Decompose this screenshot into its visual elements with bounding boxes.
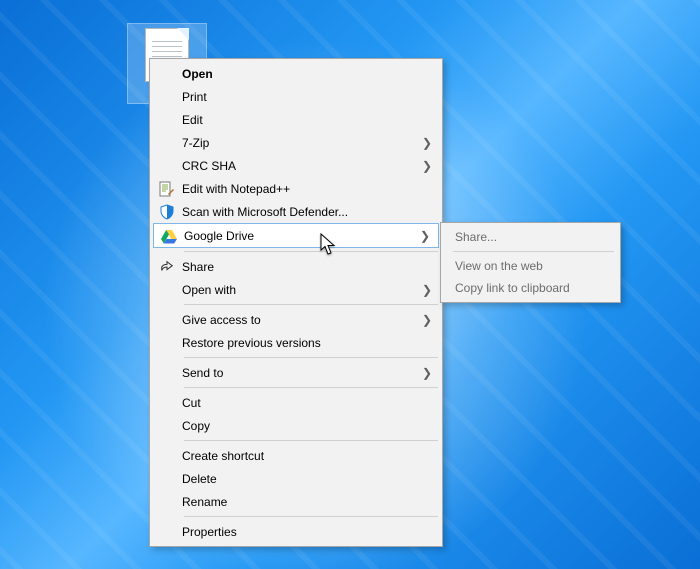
menu-label: 7-Zip <box>182 136 414 150</box>
menu-item-open[interactable]: Open <box>152 62 440 85</box>
menu-label: Edit <box>182 113 414 127</box>
menu-item-send-to[interactable]: Send to ❯ <box>152 361 440 384</box>
submenu-chevron-icon: ❯ <box>422 313 432 327</box>
menu-label: Properties <box>182 525 414 539</box>
menu-separator <box>184 516 438 517</box>
menu-separator <box>184 387 438 388</box>
menu-item-delete[interactable]: Delete <box>152 467 440 490</box>
menu-label: Rename <box>182 495 414 509</box>
menu-item-give-access[interactable]: Give access to ❯ <box>152 308 440 331</box>
menu-label: Scan with Microsoft Defender... <box>182 205 414 219</box>
menu-item-properties[interactable]: Properties <box>152 520 440 543</box>
menu-label: Create shortcut <box>182 449 414 463</box>
menu-item-edit[interactable]: Edit <box>152 108 440 131</box>
menu-item-scan-defender[interactable]: Scan with Microsoft Defender... <box>152 200 440 223</box>
submenu-chevron-icon: ❯ <box>422 159 432 173</box>
submenu-chevron-icon: ❯ <box>420 229 430 243</box>
menu-item-copy[interactable]: Copy <box>152 414 440 437</box>
share-icon <box>160 260 174 274</box>
menu-label: Delete <box>182 472 414 486</box>
submenu-chevron-icon: ❯ <box>422 136 432 150</box>
menu-label: Print <box>182 90 414 104</box>
menu-item-restore-versions[interactable]: Restore previous versions <box>152 331 440 354</box>
menu-label: Send to <box>182 366 414 380</box>
menu-item-share[interactable]: Share <box>152 255 440 278</box>
menu-label: Edit with Notepad++ <box>182 182 414 196</box>
notepadpp-icon <box>159 181 175 197</box>
menu-label: Open <box>182 67 414 81</box>
menu-label: View on the web <box>455 259 592 273</box>
menu-label: Restore previous versions <box>182 336 414 350</box>
menu-item-create-shortcut[interactable]: Create shortcut <box>152 444 440 467</box>
menu-label: Google Drive <box>184 229 412 243</box>
defender-shield-icon <box>159 204 175 220</box>
menu-label: Give access to <box>182 313 414 327</box>
google-drive-submenu: Share... View on the web Copy link to cl… <box>440 222 621 303</box>
menu-separator <box>453 251 614 252</box>
submenu-chevron-icon: ❯ <box>422 283 432 297</box>
menu-separator <box>184 357 438 358</box>
submenu-item-copy-link[interactable]: Copy link to clipboard <box>443 277 618 299</box>
submenu-chevron-icon: ❯ <box>422 366 432 380</box>
menu-item-google-drive[interactable]: Google Drive ❯ <box>153 223 439 248</box>
submenu-item-share[interactable]: Share... <box>443 226 618 248</box>
submenu-item-view-web[interactable]: View on the web <box>443 255 618 277</box>
menu-label: Open with <box>182 283 414 297</box>
menu-label: CRC SHA <box>182 159 414 173</box>
menu-item-cut[interactable]: Cut <box>152 391 440 414</box>
google-drive-icon <box>161 228 177 244</box>
menu-item-rename[interactable]: Rename <box>152 490 440 513</box>
menu-label: Cut <box>182 396 414 410</box>
menu-item-edit-notepadpp[interactable]: Edit with Notepad++ <box>152 177 440 200</box>
menu-item-7zip[interactable]: 7-Zip ❯ <box>152 131 440 154</box>
menu-label: Copy <box>182 419 414 433</box>
menu-label: Share... <box>455 230 592 244</box>
file-context-menu: Open Print Edit 7-Zip ❯ CRC SHA ❯ Edit w… <box>149 58 443 547</box>
menu-separator <box>184 440 438 441</box>
menu-label: Share <box>182 260 414 274</box>
menu-item-crc-sha[interactable]: CRC SHA ❯ <box>152 154 440 177</box>
menu-separator <box>184 251 438 252</box>
menu-separator <box>184 304 438 305</box>
menu-item-print[interactable]: Print <box>152 85 440 108</box>
menu-item-open-with[interactable]: Open with ❯ <box>152 278 440 301</box>
menu-label: Copy link to clipboard <box>455 281 592 295</box>
